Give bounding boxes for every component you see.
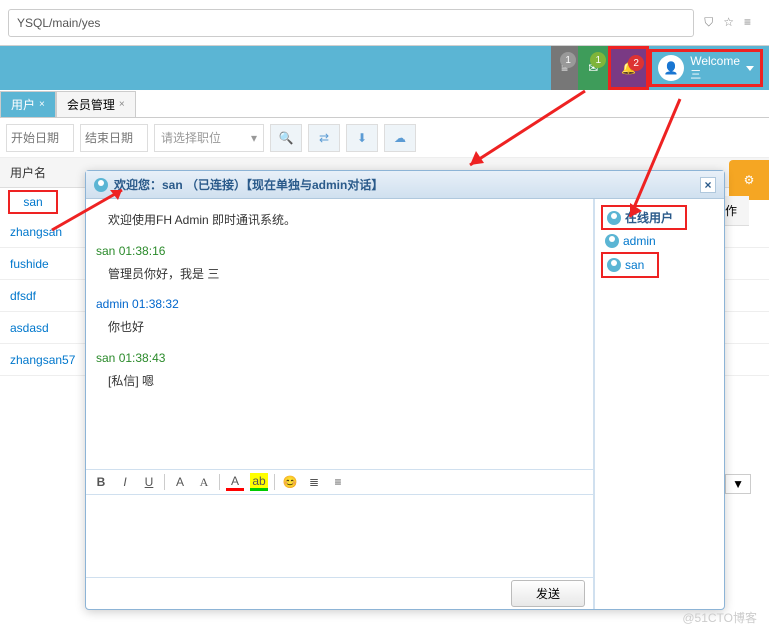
end-date-input[interactable] [80,124,148,152]
pager-dropdown[interactable]: ▼ [725,474,751,494]
start-date-input[interactable] [6,124,74,152]
close-icon[interactable]: × [700,177,716,193]
msg-header: san 01:38:43 [96,347,583,370]
close-icon[interactable]: × [39,99,45,110]
bold-button[interactable]: B [92,473,110,491]
menu-icon[interactable]: ≡ [744,15,751,30]
chat-messages: 欢迎使用FH Admin 即时通讯系统。 san 01:38:16 管理员你好，… [86,199,593,469]
fontface-button[interactable]: A [195,473,213,491]
chat-titlebar[interactable]: 欢迎您：san （已连接）【现在单独与admin对话】 × [86,171,724,199]
position-select[interactable]: 请选择职位▾ [154,124,264,152]
underline-button[interactable]: U [140,473,158,491]
tab-members[interactable]: 会员管理× [56,91,136,117]
download-icon[interactable]: ⬇ [346,124,378,152]
toolbar: 请选择职位▾ 🔍 ⇄ ⬇ ☁ [0,118,769,158]
msg-header: admin 01:38:32 [96,293,583,316]
editor-toolbar: B I U A A A ab 😊 ≣ ≡ [86,469,593,495]
watermark: @51CTO博客 [682,609,757,626]
online-users-title: 在线用户 [601,205,687,230]
top-navigation: ≡1 ✉1 🔔2 👤 Welcome 三 [0,46,769,90]
system-message: 欢迎使用FH Admin 即时通讯系统。 [96,209,583,232]
highlight-button[interactable]: ab [250,473,268,491]
message-textarea[interactable] [90,499,589,573]
list-button[interactable]: ≡1 [551,46,578,90]
send-button[interactable]: 发送 [511,580,585,607]
italic-button[interactable]: I [116,473,134,491]
online-user-admin[interactable]: admin [601,230,718,252]
close-icon[interactable]: × [119,99,125,110]
ul-button[interactable]: ≡ [329,473,347,491]
online-users-panel: 在线用户 admin san [594,199,724,609]
emoji-button[interactable]: 😊 [281,473,299,491]
star-icon[interactable]: ☆ [723,15,734,30]
msg-body: 你也好 [96,316,583,339]
bookmark-icon[interactable]: ⛉ [704,15,713,30]
fontsize-button[interactable]: A [171,473,189,491]
avatar-icon: 👤 [658,55,684,81]
cloud-icon[interactable]: ☁ [384,124,416,152]
url-input[interactable]: YSQL/main/yes [8,9,694,37]
msg-header: san 01:38:16 [96,240,583,263]
online-user-san[interactable]: san [601,252,659,278]
ol-button[interactable]: ≣ [305,473,323,491]
user-icon [94,178,108,192]
msg-body: 管理员你好，我是 三 [96,263,583,286]
msg-body: [私信] 嗯 [96,370,583,393]
user-row-san[interactable]: san [8,190,58,214]
exchange-icon[interactable]: ⇄ [308,124,340,152]
settings-gear[interactable]: ⚙ [729,160,769,200]
chat-window: 欢迎您：san （已连接）【现在单独与admin对话】 × 欢迎使用FH Adm… [85,170,725,610]
chevron-down-icon [746,66,754,71]
mail-button[interactable]: ✉1 [578,46,608,90]
tab-bar: 用户× 会员管理× [0,90,769,118]
chat-input-area[interactable] [86,495,593,577]
browser-address-bar: YSQL/main/yes ⛉ ☆ ≡ [0,0,769,46]
welcome-user[interactable]: 👤 Welcome 三 [649,49,763,87]
fontcolor-button[interactable]: A [226,473,244,491]
tab-users[interactable]: 用户× [0,91,56,117]
bell-button[interactable]: 🔔2 [608,46,649,90]
search-icon[interactable]: 🔍 [270,124,302,152]
